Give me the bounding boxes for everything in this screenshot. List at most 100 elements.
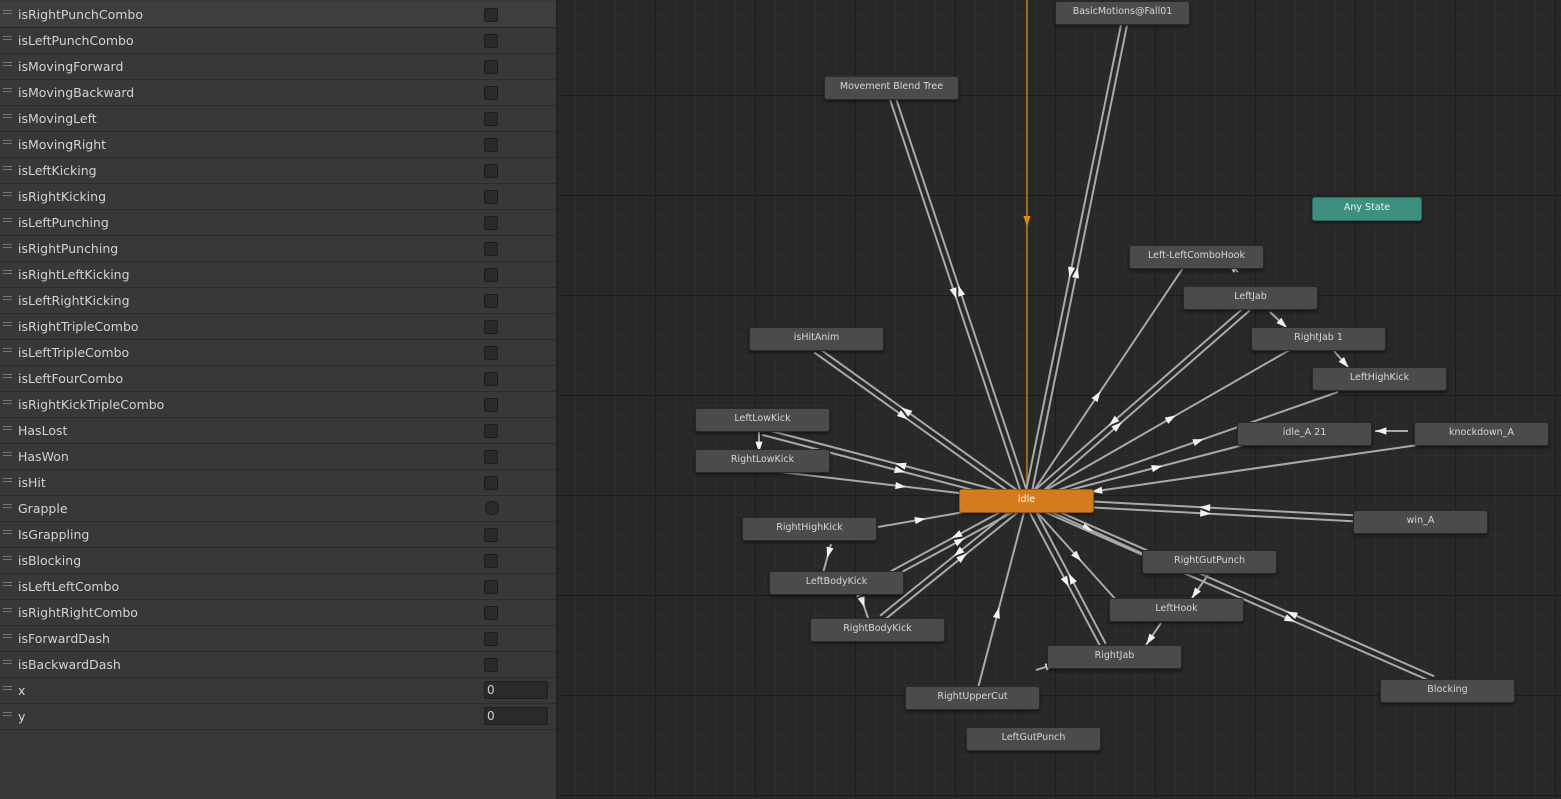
drag-handle-icon[interactable] (3, 62, 12, 67)
parameter-row[interactable]: HasWon (0, 444, 556, 470)
drag-handle-icon[interactable] (3, 10, 12, 15)
bool-checkbox[interactable] (484, 554, 498, 568)
trigger-radio[interactable] (485, 501, 499, 515)
parameter-row[interactable]: IsGrappling (0, 522, 556, 548)
drag-handle-icon[interactable] (3, 218, 12, 223)
state-node-is-hit-anim[interactable]: isHitAnim (749, 327, 884, 351)
state-node-left-high-kick[interactable]: LeftHighKick (1312, 367, 1447, 391)
drag-handle-icon[interactable] (3, 530, 12, 535)
parameter-row[interactable]: isLeftLeftCombo (0, 574, 556, 600)
state-node-blocking[interactable]: Blocking (1380, 679, 1515, 703)
parameter-row[interactable]: HasLost (0, 418, 556, 444)
drag-handle-icon[interactable] (3, 660, 12, 665)
bool-checkbox[interactable] (484, 372, 498, 386)
drag-handle-icon[interactable] (3, 88, 12, 93)
state-node-left-hook[interactable]: LeftHook (1109, 598, 1244, 622)
drag-handle-icon[interactable] (3, 348, 12, 353)
bool-checkbox[interactable] (484, 398, 498, 412)
drag-handle-icon[interactable] (3, 36, 12, 41)
drag-handle-icon[interactable] (3, 270, 12, 275)
transition-line[interactable] (813, 351, 1026, 505)
state-node-idle-a21[interactable]: idle_A 21 (1237, 422, 1372, 446)
drag-handle-icon[interactable] (3, 426, 12, 431)
state-node-right-high-kick[interactable]: RightHighKick (742, 517, 877, 541)
bool-checkbox[interactable] (484, 242, 498, 256)
bool-checkbox[interactable] (484, 606, 498, 620)
bool-checkbox[interactable] (484, 450, 498, 464)
parameter-row[interactable]: x0 (0, 678, 556, 704)
bool-checkbox[interactable] (484, 320, 498, 334)
drag-handle-icon[interactable] (3, 322, 12, 327)
animator-graph[interactable]: BasicMotions@Fall01 Movement Blend Tree An… (558, 0, 1561, 799)
parameter-row[interactable]: isHit (0, 470, 556, 496)
state-node-left-left-hook[interactable]: Left-LeftComboHook (1129, 245, 1264, 269)
parameter-row[interactable]: isLeftFourCombo (0, 366, 556, 392)
state-node-any-state[interactable]: Any State (1312, 197, 1422, 221)
state-node-left-gut-punch[interactable]: LeftGutPunch (966, 727, 1101, 751)
drag-handle-icon[interactable] (3, 504, 12, 509)
bool-checkbox[interactable] (484, 60, 498, 74)
parameter-row[interactable]: isLeftTripleCombo (0, 340, 556, 366)
parameter-row[interactable]: isLeftPunching (0, 210, 556, 236)
state-node-left-jab[interactable]: LeftJab (1183, 286, 1318, 310)
drag-handle-icon[interactable] (3, 140, 12, 145)
transition-line[interactable] (889, 99, 1026, 503)
drag-handle-icon[interactable] (3, 400, 12, 405)
drag-handle-icon[interactable] (3, 686, 12, 691)
parameter-row[interactable]: isRightPunching (0, 236, 556, 262)
parameter-row[interactable]: isRightRightCombo (0, 600, 556, 626)
bool-checkbox[interactable] (484, 580, 498, 594)
bool-checkbox[interactable] (484, 86, 498, 100)
drag-handle-icon[interactable] (3, 478, 12, 483)
state-node-knockdown[interactable]: knockdown_A (1414, 422, 1549, 446)
bool-checkbox[interactable] (484, 164, 498, 178)
bool-checkbox[interactable] (484, 268, 498, 282)
transition-line[interactable] (879, 497, 1026, 617)
parameter-row[interactable]: isLeftKicking (0, 158, 556, 184)
state-node-movement-blend[interactable]: Movement Blend Tree (824, 76, 959, 100)
float-field[interactable]: 0 (484, 707, 548, 725)
float-field[interactable]: 0 (484, 681, 548, 699)
bool-checkbox[interactable] (484, 138, 498, 152)
bool-checkbox[interactable] (484, 424, 498, 438)
parameter-row[interactable]: isMovingRight (0, 132, 556, 158)
parameter-row[interactable]: isRightLeftKicking (0, 262, 556, 288)
bool-checkbox[interactable] (484, 658, 498, 672)
parameter-row[interactable]: isMovingLeft (0, 106, 556, 132)
drag-handle-icon[interactable] (3, 634, 12, 639)
transition-line[interactable] (883, 502, 1030, 622)
bool-checkbox[interactable] (484, 294, 498, 308)
drag-handle-icon[interactable] (3, 166, 12, 171)
parameter-row[interactable]: isRightKicking (0, 184, 556, 210)
drag-handle-icon[interactable] (3, 608, 12, 613)
transition-line[interactable] (894, 97, 1031, 501)
parameter-row[interactable]: Grapple (0, 496, 556, 522)
parameter-row[interactable]: isLeftRightKicking (0, 288, 556, 314)
state-node-right-jab[interactable]: RightJab (1047, 645, 1182, 669)
bool-checkbox[interactable] (484, 190, 498, 204)
drag-handle-icon[interactable] (3, 244, 12, 249)
drag-handle-icon[interactable] (3, 556, 12, 561)
parameter-row[interactable]: isMovingBackward (0, 80, 556, 106)
bool-checkbox[interactable] (484, 216, 498, 230)
bool-checkbox[interactable] (484, 346, 498, 360)
transition-line[interactable] (1023, 24, 1123, 501)
parameter-row[interactable]: isLeftPunchCombo (0, 28, 556, 54)
state-node-left-low-kick[interactable]: LeftLowKick (695, 408, 830, 432)
drag-handle-icon[interactable] (3, 582, 12, 587)
parameter-row[interactable]: isRightTripleCombo (0, 314, 556, 340)
parameter-row[interactable]: isRightPunchCombo (0, 2, 556, 28)
parameter-row[interactable]: isMovingForward (0, 54, 556, 80)
drag-handle-icon[interactable] (3, 374, 12, 379)
bool-checkbox[interactable] (484, 476, 498, 490)
parameter-row[interactable]: isBlocking (0, 548, 556, 574)
transition-line[interactable] (977, 500, 1028, 689)
state-node-right-jab-1[interactable]: RightJab 1 (1251, 327, 1386, 351)
drag-handle-icon[interactable] (3, 192, 12, 197)
bool-checkbox[interactable] (484, 528, 498, 542)
state-node-win-a[interactable]: win_A (1353, 510, 1488, 534)
state-node-right-gut-punch[interactable]: RightGutPunch (1142, 550, 1277, 574)
bool-checkbox[interactable] (484, 34, 498, 48)
state-node-right-low-kick[interactable]: RightLowKick (695, 449, 830, 473)
state-node-left-body-kick[interactable]: LeftBodyKick (769, 571, 904, 595)
